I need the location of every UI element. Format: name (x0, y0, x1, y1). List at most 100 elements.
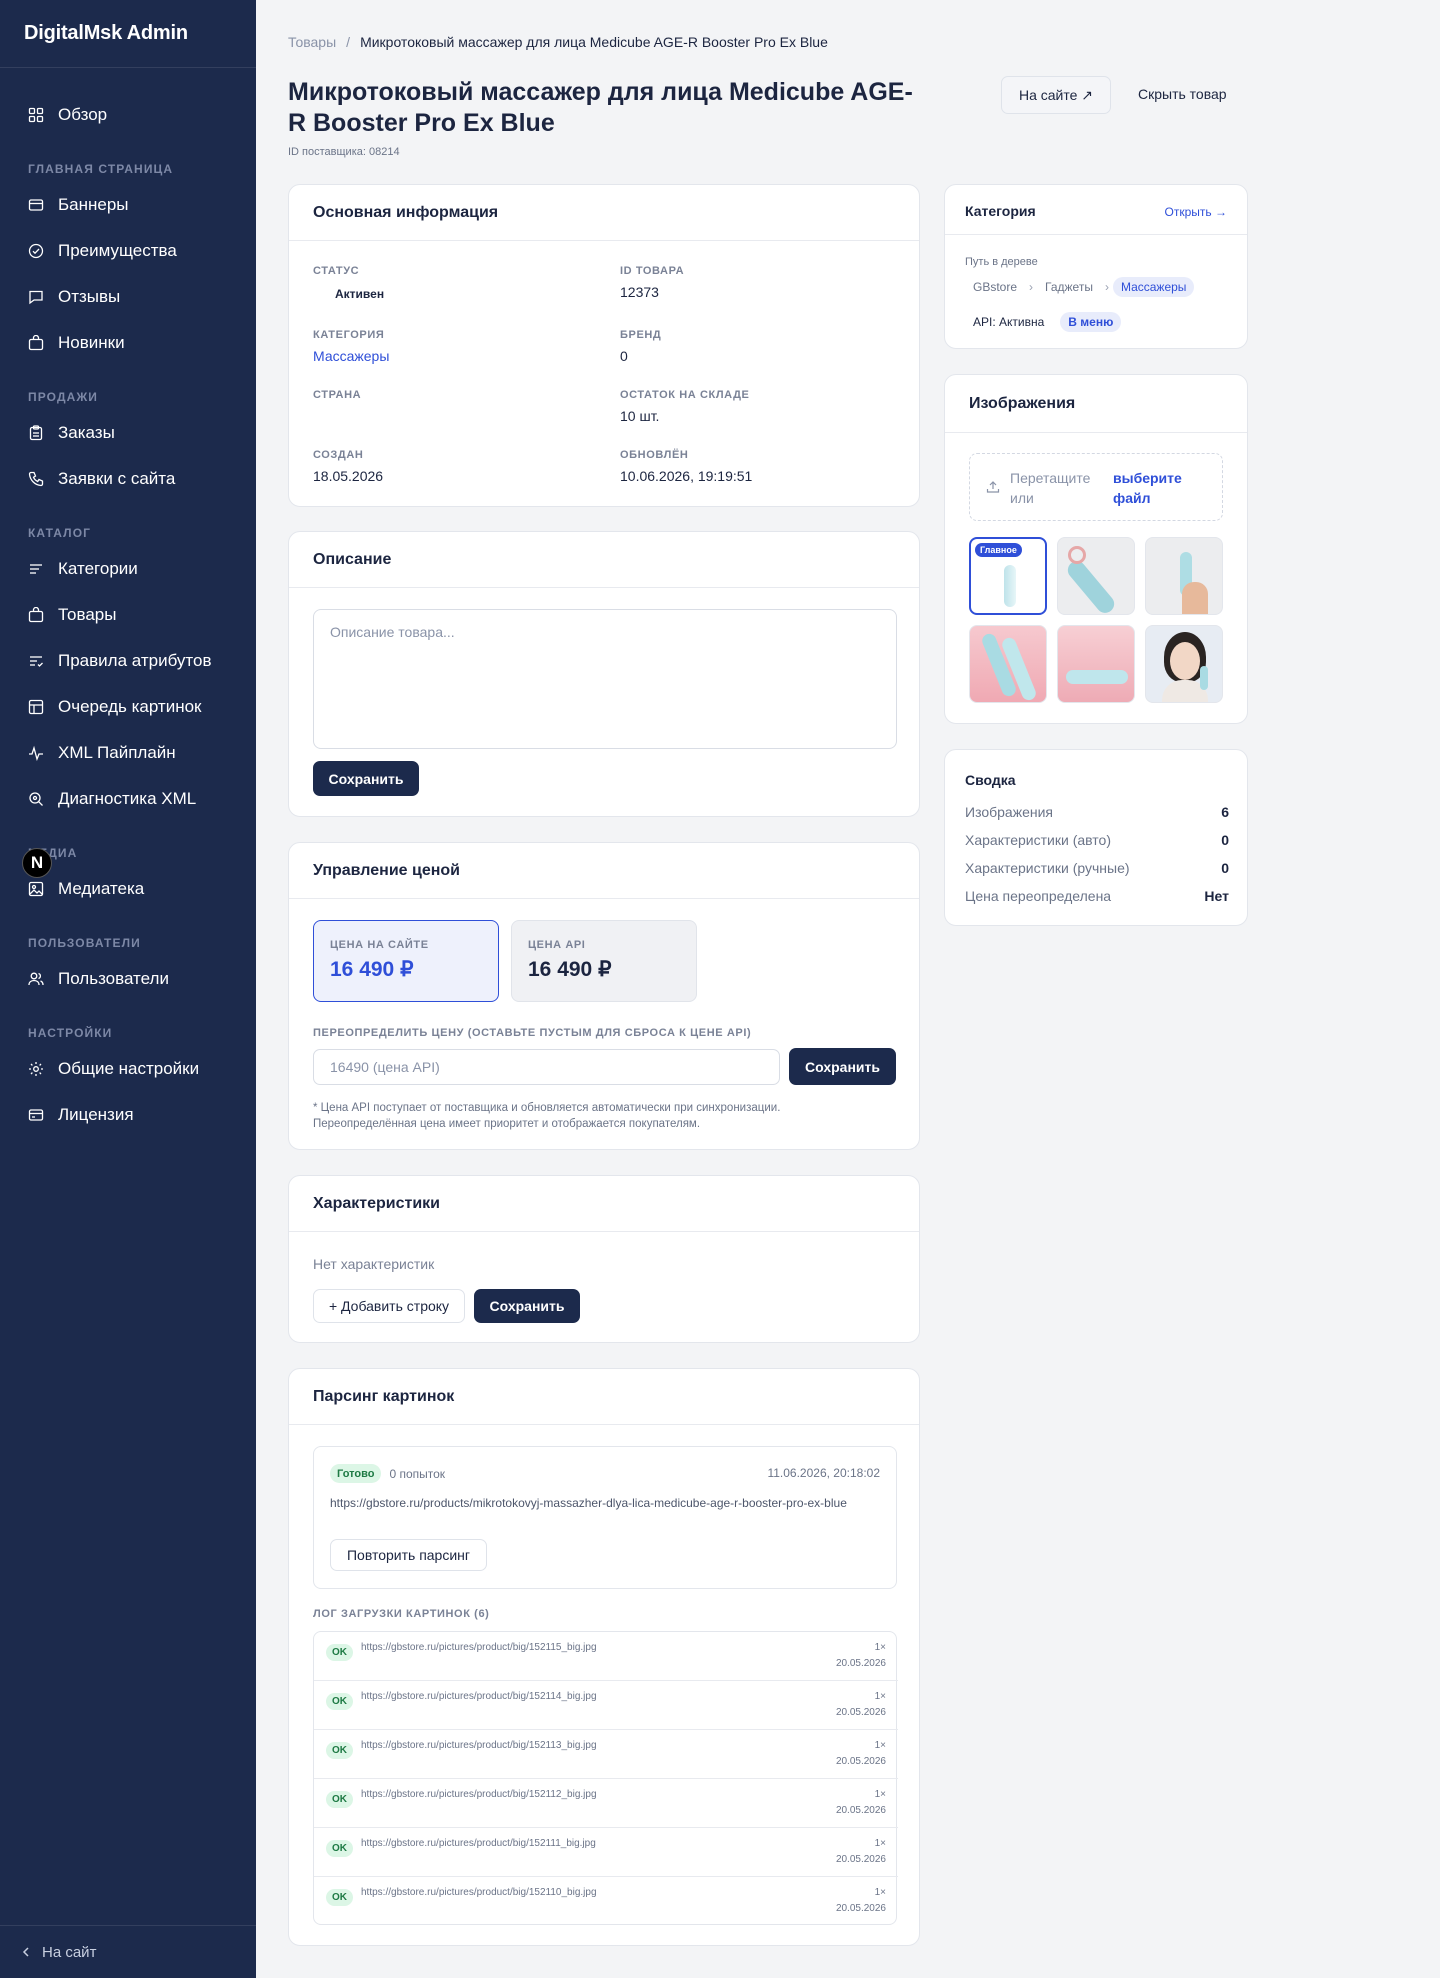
api-price-value: 16 490 ₽ (528, 958, 612, 981)
parsing-timestamp: 11.06.2026, 20:18:02 (767, 1466, 880, 1480)
image-dropzone[interactable]: Перетащите или выберите файл (969, 453, 1223, 521)
sidebar-item-overview[interactable]: Обзор (28, 101, 107, 129)
sidebar-item-categories[interactable]: Категории (28, 555, 138, 583)
parsing-status-panel: Готово 0 попыток 11.06.2026, 20:18:02 ht… (313, 1446, 897, 1589)
log-count: 1× (874, 1740, 886, 1751)
save-specs-button[interactable]: Сохранить (474, 1289, 580, 1323)
sidebar-item-advantages[interactable]: Преимущества (28, 237, 177, 265)
dropzone-text: Перетащите или (1010, 470, 1091, 506)
sidebar-item-xml-diagnostics[interactable]: Диагностика XML (28, 785, 196, 813)
updated-value: 10.06.2026, 19:19:51 (620, 468, 753, 484)
path-chip[interactable]: GBstore (965, 277, 1025, 297)
on-site-button[interactable]: На сайте ↗ (1001, 76, 1111, 114)
list-check-icon (30, 656, 43, 667)
log-status-badge: OK (326, 1791, 353, 1808)
log-status-badge: OK (326, 1889, 353, 1906)
summary-label: Цена переопределена (965, 888, 1112, 904)
log-row: OK https://gbstore.ru/pictures/product/bi… (314, 1632, 898, 1681)
sidebar-item-image-queue[interactable]: Очередь картинок (28, 693, 201, 721)
summary-row: Характеристики (ручные) 0 (965, 860, 1229, 876)
sidebar-item-banners[interactable]: Баннеры (28, 191, 129, 219)
overlay-n-badge[interactable]: N (22, 848, 52, 878)
sidebar-item-users[interactable]: Пользователи (28, 965, 169, 993)
summary-label: Изображения (965, 804, 1053, 820)
log-date: 20.05.2026 (835, 1707, 886, 1718)
app-logo: DigitalMsk Admin (0, 0, 256, 68)
description-textarea[interactable]: Описание товара... (313, 609, 897, 749)
sidebar-item-new[interactable]: Новинки (28, 329, 125, 357)
hide-product-button[interactable]: Скрыть товар (1138, 86, 1227, 102)
sidebar-item-xml-pipeline[interactable]: XML Пайплайн (28, 739, 176, 767)
summary-row: Изображения 6 (965, 804, 1229, 820)
description-card: Описание Описание товара... Сохранить (288, 531, 920, 817)
sidebar-item-reviews[interactable]: Отзывы (28, 283, 120, 311)
image-thumbnail[interactable] (969, 625, 1047, 703)
sidebar-item-media[interactable]: Медиатека (28, 875, 144, 903)
log-image-url: https://gbstore.ru/pictures/product/big/… (361, 1740, 597, 1751)
sidebar-item-label: Общие настройки (58, 1059, 200, 1078)
specs-empty-text: Нет характеристик (313, 1256, 435, 1272)
image-thumbnail[interactable] (1145, 537, 1223, 615)
brand-label: БРЕНД (620, 329, 662, 341)
log-status-badge: OK (326, 1840, 353, 1857)
sidebar-item-attribute-rules[interactable]: Правила атрибутов (28, 647, 212, 675)
sidebar-item-license[interactable]: Лицензия (28, 1101, 134, 1129)
bag-icon (28, 607, 44, 623)
status-label: СТАТУС (313, 265, 360, 277)
image-thumbnail[interactable] (1057, 625, 1135, 703)
log-status-badge: OK (326, 1742, 353, 1759)
supplier-id: ID поставщика: 08214 (288, 146, 400, 158)
save-price-button[interactable]: Сохранить (789, 1048, 896, 1085)
log-row: OK https://gbstore.ru/pictures/product/bi… (314, 1877, 898, 1926)
price-card: Управление ценой ЦЕНА НА САЙТЕ 16 490 ₽ … (288, 842, 920, 1150)
log-count: 1× (874, 1887, 886, 1898)
log-status-badge: OK (326, 1644, 353, 1661)
summary-value: 0 (1221, 832, 1229, 848)
breadcrumb-root[interactable]: Товары (288, 34, 336, 50)
choose-file-link[interactable]: выберите файл (1113, 468, 1203, 508)
in-menu-badge: В меню (1060, 312, 1122, 332)
save-description-button[interactable]: Сохранить (313, 761, 419, 796)
sidebar-item-label: Заказы (58, 423, 115, 442)
sidebar-item-label: Диагностика XML (58, 789, 197, 808)
main-content: Товары / Микротоковый массажер для лица … (256, 0, 1440, 1978)
breadcrumb-current: Микротоковый массажер для лица Medicube … (360, 34, 828, 50)
path-chip-current[interactable]: Массажеры (1112, 277, 1195, 297)
log-date: 20.05.2026 (835, 1658, 886, 1669)
clipboard-icon (29, 425, 43, 441)
product-id-label: ID ТОВАРА (620, 265, 685, 277)
category-link[interactable]: Массажеры (313, 348, 389, 364)
status-badge: Готово (330, 1464, 382, 1483)
activity-icon (29, 745, 43, 761)
path-chip[interactable]: Гаджеты (1037, 277, 1101, 297)
phone-icon (28, 471, 44, 487)
sidebar-item-label: Очередь картинок (58, 697, 202, 716)
add-row-button[interactable]: + Добавить строку (313, 1289, 465, 1323)
status-value: Активен (335, 287, 385, 301)
sidebar-item-products[interactable]: Товары (28, 601, 116, 629)
sidebar-section-title: ГЛАВНАЯ СТРАНИЦА (28, 162, 174, 176)
sidebar-item-requests[interactable]: Заявки с сайта (28, 465, 175, 493)
card-title: Изображения (945, 375, 1247, 433)
image-thumbnail-main[interactable]: Главное (969, 537, 1047, 615)
log-date: 20.05.2026 (835, 1903, 886, 1914)
sidebar-item-label: Товары (58, 605, 117, 624)
bag-icon (28, 335, 44, 351)
sidebar-item-general-settings[interactable]: Общие настройки (28, 1055, 199, 1083)
sidebar-item-orders[interactable]: Заказы (28, 419, 115, 447)
specs-card: Характеристики Нет характеристик + Добав… (288, 1175, 920, 1343)
override-price-input[interactable]: 16490 (цена API) (313, 1049, 780, 1085)
back-to-site-link[interactable]: На сайт (0, 1925, 256, 1978)
sidebar-item-label: Обзор (58, 105, 108, 124)
summary-card: Сводка Изображения 6 Характеристики (авто… (944, 749, 1248, 926)
retry-parsing-button[interactable]: Повторить парсинг (330, 1539, 487, 1571)
sidebar-section-title: ПОЛЬЗОВАТЕЛИ (28, 936, 141, 950)
open-category-link[interactable]: Открыть → (1165, 205, 1227, 219)
image-thumbnail[interactable] (1145, 625, 1223, 703)
search-icon (29, 792, 43, 806)
country-label: СТРАНА (313, 389, 362, 401)
created-value: 18.05.2026 (313, 468, 384, 484)
card-icon (28, 199, 44, 211)
image-thumbnail[interactable] (1057, 537, 1135, 615)
sidebar-section-title: НАСТРОЙКИ (28, 1026, 113, 1040)
